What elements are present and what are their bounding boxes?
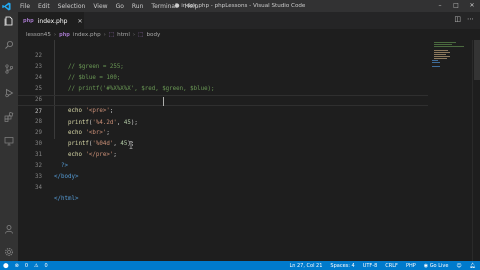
code-line[interactable]: 26 echo '<pre>'; — [18, 84, 428, 114]
minimap-line — [434, 44, 452, 45]
indentation[interactable]: Spaces: 4 — [330, 263, 354, 269]
minimap-line — [434, 56, 450, 57]
extensions-icon[interactable] — [4, 112, 14, 122]
go-live-button[interactable]: ◉ Go Live — [424, 263, 449, 269]
breadcrumb-folder[interactable]: lesson45 — [26, 32, 51, 38]
scrollbar-thumb[interactable] — [474, 40, 480, 80]
menu-bar: File Edit Selection View Go Run Terminal… — [16, 3, 202, 10]
minimap-line — [434, 58, 447, 59]
warning-count[interactable]: 0 — [44, 263, 47, 269]
split-editor-icon[interactable]: ◫ — [454, 15, 461, 23]
line-number: 34 — [35, 185, 42, 191]
menu-terminal[interactable]: Terminal — [147, 3, 180, 10]
code-line[interactable]: 34 </html> — [18, 172, 428, 202]
breadcrumb-html[interactable]: html — [117, 32, 130, 38]
cursor-position[interactable]: Ln 27, Col 21 — [289, 263, 322, 269]
minimap-line — [432, 60, 438, 61]
code-line[interactable]: 23 // $blue = 100; — [18, 51, 428, 81]
explorer-icon[interactable] — [4, 16, 14, 26]
run-debug-icon[interactable] — [4, 88, 14, 98]
tab-index-php[interactable]: php index.php ✕ — [18, 12, 84, 29]
minimap-line — [434, 52, 450, 53]
encoding[interactable]: UTF-8 — [363, 263, 378, 269]
minimap-line — [434, 54, 446, 55]
code-line[interactable]: 33 — [18, 161, 428, 180]
code-line[interactable]: 32 </body> — [18, 150, 428, 180]
breadcrumb-chevron-icon: › — [132, 31, 136, 38]
account-icon[interactable] — [4, 224, 14, 234]
tab-close-icon[interactable]: ✕ — [77, 18, 82, 25]
php-file-icon: php — [23, 18, 34, 24]
menu-selection[interactable]: Selection — [54, 3, 90, 10]
code-line[interactable]: 31 ?> — [18, 139, 428, 169]
menu-help[interactable]: Help — [181, 3, 203, 10]
search-icon[interactable] — [4, 40, 14, 50]
minimap-line — [432, 66, 440, 67]
editor-actions: ◫ ⋯ — [454, 15, 474, 23]
menu-run[interactable]: Run — [128, 3, 148, 10]
code-line[interactable]: 22 // $green = 255; — [18, 40, 428, 70]
source-control-icon[interactable] — [4, 64, 14, 74]
minimap-line — [434, 46, 464, 47]
code-line[interactable]: 25 — [18, 73, 428, 92]
php-file-icon: php — [59, 31, 70, 38]
error-icon[interactable]: ⊗ — [15, 263, 19, 269]
title-bar: File Edit Selection View Go Run Terminal… — [0, 0, 480, 12]
html-element-icon: ⬚ — [108, 31, 115, 38]
code-line[interactable]: 28 echo '<br>'; — [18, 106, 428, 136]
settings-gear-icon[interactable] — [4, 247, 14, 257]
code-line[interactable]: 24 // printf('#%X%X%X', $red, $green, $b… — [18, 62, 428, 92]
remote-explorer-icon[interactable] — [4, 136, 14, 146]
code-line[interactable]: 30 echo '</pre>'; — [18, 128, 428, 158]
vertical-scrollbar[interactable] — [472, 40, 480, 261]
language-mode[interactable]: PHP — [406, 263, 416, 269]
minimap-line — [432, 62, 440, 63]
editor-tab-bar: php index.php ✕ ◫ ⋯ — [18, 12, 480, 29]
warning-icon[interactable]: ⚠ — [34, 263, 38, 269]
breadcrumb-file[interactable]: index.php — [73, 32, 101, 38]
breadcrumb-body[interactable]: body — [146, 32, 160, 38]
end-of-line[interactable]: CRLF — [385, 263, 398, 269]
menu-view[interactable]: View — [89, 3, 111, 10]
remote-indicator-icon[interactable]: ⬤ — [3, 263, 9, 269]
minimize-icon[interactable]: – — [432, 0, 448, 12]
line-text: </html> — [54, 196, 79, 202]
notifications-bell-icon[interactable]: 🔔︎ — [470, 263, 476, 269]
menu-edit[interactable]: Edit — [34, 3, 54, 10]
text-caret — [163, 97, 164, 106]
minimap-line — [434, 50, 448, 51]
activity-bar — [0, 12, 18, 261]
feedback-icon[interactable]: ☺ — [456, 263, 461, 269]
status-bar: ⬤ ⊗ 0 ⚠ 0 Ln 27, Col 21 Spaces: 4 UTF-8 … — [0, 261, 480, 270]
close-icon[interactable]: ✕ — [464, 0, 480, 12]
tab-label: index.php — [37, 17, 68, 25]
more-actions-icon[interactable]: ⋯ — [467, 15, 474, 23]
body-element-icon: ⬚ — [138, 31, 144, 38]
breadcrumb: lesson45 › php index.php › ⬚ html › ⬚ bo… — [18, 29, 458, 40]
menu-go[interactable]: Go — [112, 3, 128, 10]
vscode-logo-icon — [0, 0, 12, 12]
code-line[interactable]: 29 printf('%04d', 45); — [18, 117, 428, 147]
minimap-line — [434, 42, 456, 43]
window-controls: – □ ✕ — [432, 0, 480, 12]
code-editor[interactable]: 22 // $green = 255; 23 // $blue = 100; 2… — [18, 40, 428, 261]
error-count[interactable]: 0 — [25, 263, 28, 269]
code-line-active[interactable]: 27 printf('%4.2d', 45); — [18, 95, 428, 126]
breadcrumb-chevron-icon: › — [53, 31, 57, 38]
breadcrumb-chevron-icon: › — [103, 31, 106, 38]
maximize-icon[interactable]: □ — [448, 0, 464, 12]
menu-file[interactable]: File — [16, 3, 34, 10]
text-select-cursor-icon — [129, 141, 133, 149]
minimap[interactable] — [430, 40, 470, 261]
